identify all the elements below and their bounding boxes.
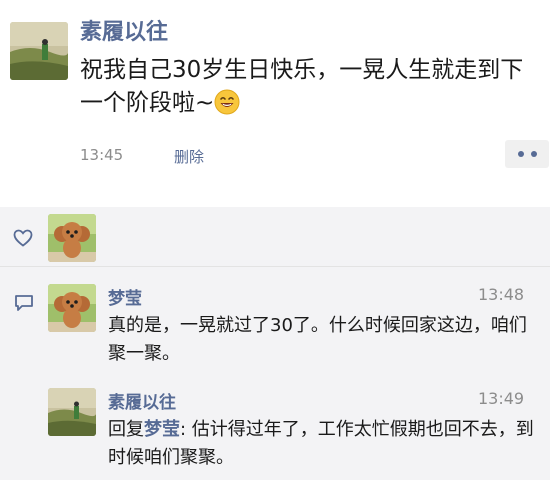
poodle-avatar[interactable] <box>48 214 96 262</box>
heart-icon <box>13 229 33 251</box>
comment-time: 13:49 <box>478 389 525 408</box>
reply-prefix: 回复 <box>108 419 144 440</box>
delete-link[interactable]: 删除 <box>174 146 204 167</box>
comment-text: 回复梦莹: 估计得过年了，工作太忙假期也回不去，到时候咱们聚聚。 <box>108 416 538 472</box>
comment-bubble-icon <box>14 294 34 316</box>
post-text: 祝我自己30岁生日快乐，一晃人生就走到下一个阶段啦~ <box>80 57 524 116</box>
poodle-avatar[interactable] <box>48 284 96 332</box>
moments-post: 素履以往 祝我自己30岁生日快乐，一晃人生就走到下一个阶段啦~ 13:45 删除 <box>0 0 550 207</box>
avatar[interactable] <box>10 22 68 80</box>
comment-text: 真的是，一晃就过了30了。什么时候回家这边，咱们聚一聚。 <box>108 315 527 364</box>
likes-comments-area: 梦莹 13:48 真的是，一晃就过了30了。什么时候回家这边，咱们聚一聚。 素履… <box>0 207 550 480</box>
comment-time: 13:48 <box>478 285 525 304</box>
comment-author-name[interactable]: 素履以往 <box>108 388 176 413</box>
post-author-name[interactable]: 素履以往 <box>80 14 168 46</box>
post-time: 13:45 <box>80 146 124 164</box>
reply-to-name[interactable]: 梦莹 <box>144 419 180 440</box>
likes-row <box>0 207 550 267</box>
comment-author-name[interactable]: 梦莹 <box>108 284 142 309</box>
landscape-avatar[interactable] <box>48 388 96 436</box>
post-content: 祝我自己30岁生日快乐，一晃人生就走到下一个阶段啦~ <box>80 54 540 120</box>
smiling-face-icon <box>214 89 240 115</box>
more-dots-icon[interactable] <box>505 140 549 168</box>
